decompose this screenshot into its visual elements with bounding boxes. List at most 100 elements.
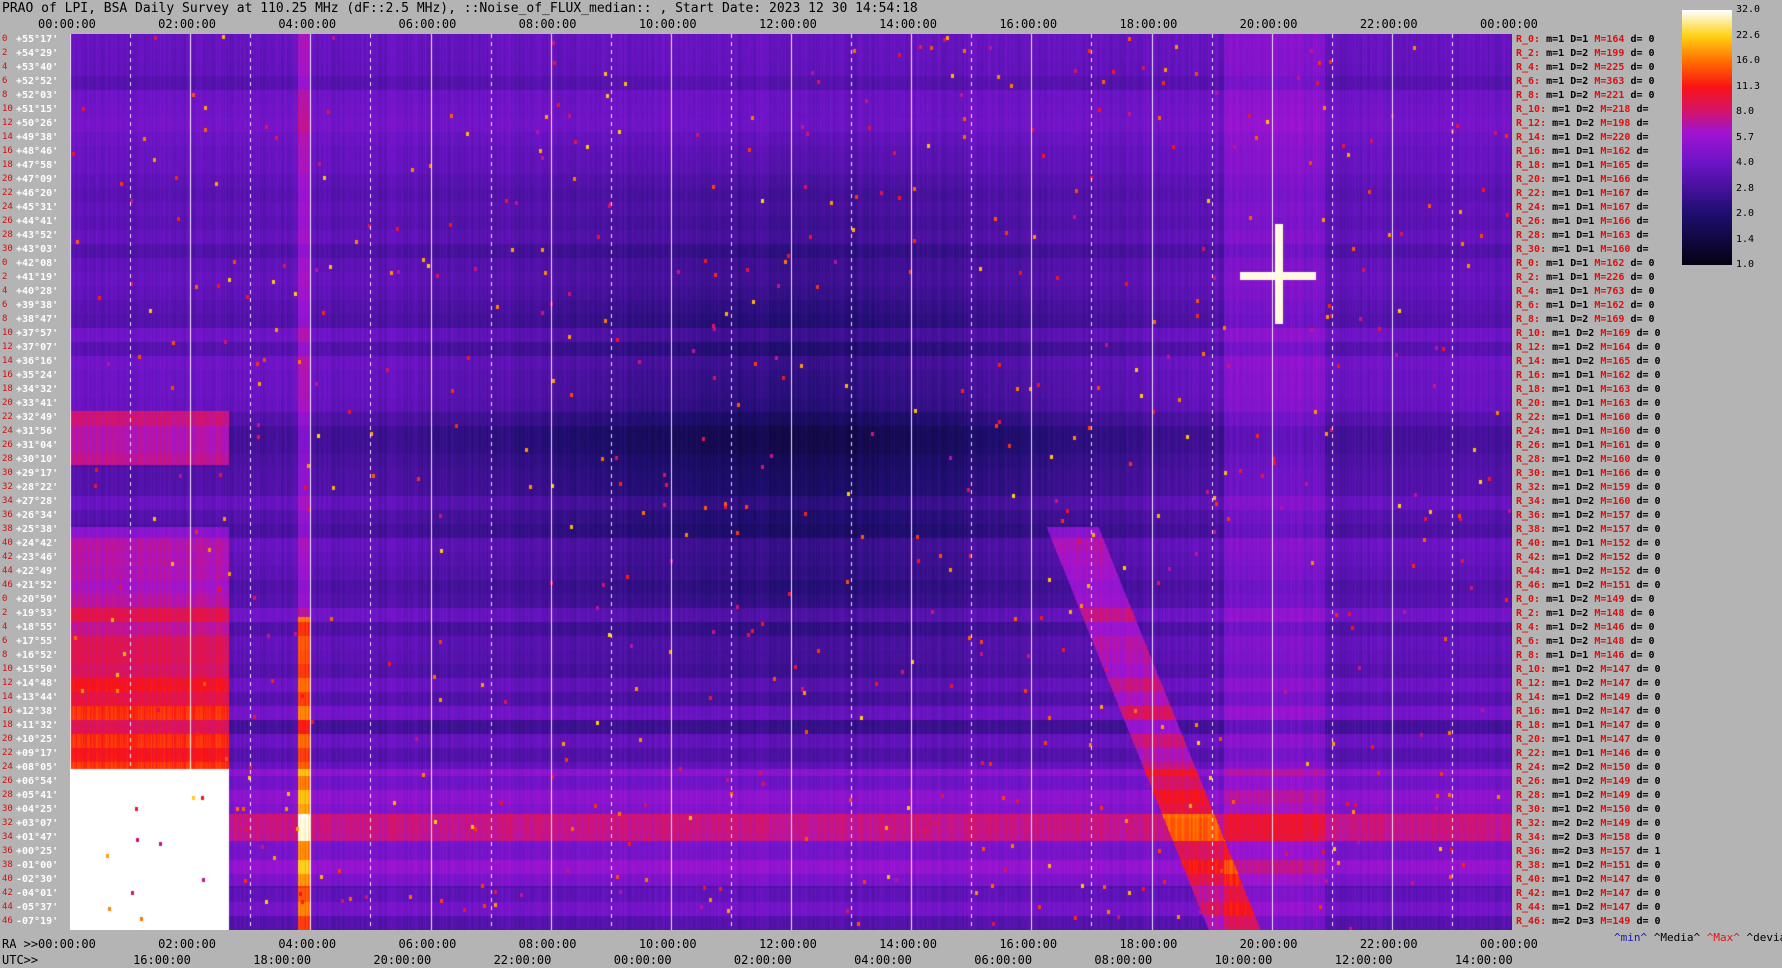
stats-r-value: R_24: (1516, 426, 1547, 437)
stats-d-value: d= 0 (1636, 762, 1661, 773)
stats-d-value: d= (1636, 202, 1649, 213)
stats-row: R_0: m=1 D=1 M=162 d= 0 (1516, 259, 1655, 269)
declination-label: +23°46' (16, 552, 59, 563)
colorbar-tick-label: 5.7 (1736, 131, 1755, 143)
stats-r-value: R_8: (1516, 90, 1541, 101)
stats-row: R_4: m=1 D=1 M=763 d= 0 (1516, 287, 1655, 297)
stats-m-value: m=1 (1552, 482, 1571, 493)
stats-row: R_24: m=1 D=1 M=167 d= (1516, 203, 1649, 213)
row-index: 28 (2, 230, 13, 240)
colorbar-tick-label: 11.3 (1736, 80, 1761, 92)
stats-row: R_18: m=1 D=1 M=163 d= 0 (1516, 385, 1661, 395)
top-tick-label: 02:00:00 (158, 17, 216, 31)
stats-m-value: m=1 (1552, 776, 1571, 787)
stats-d-value: D=2 (1576, 804, 1595, 815)
stats-d-value: d= 0 (1636, 902, 1661, 913)
stats-r-value: R_24: (1516, 762, 1547, 773)
stats-m-value: m=1 (1552, 132, 1571, 143)
declination-label: +33°41' (16, 398, 59, 409)
stats-m-value: m=1 (1546, 48, 1565, 59)
utc-tick-label: 06:00:00 (974, 953, 1033, 967)
row-index: 40 (2, 874, 13, 884)
stats-d-value: d= 0 (1636, 580, 1661, 591)
stats-m-value: m=1 (1552, 244, 1571, 255)
stats-row: R_10: m=1 D=2 M=169 d= 0 (1516, 329, 1661, 339)
stats-d-value: d= 0 (1630, 300, 1655, 311)
stats-m-value: m=1 (1552, 510, 1571, 521)
declination-label: +51°15' (16, 104, 59, 115)
row-index: 18 (2, 160, 13, 170)
stats-m-value: m=2 (1552, 846, 1571, 857)
stats-d-value: D=2 (1576, 118, 1595, 129)
stats-m-value: M=147 (1600, 664, 1631, 675)
stats-r-value: R_40: (1516, 538, 1547, 549)
stats-d-value: D=2 (1576, 496, 1595, 507)
stats-row: R_36: m=1 D=2 M=157 d= 0 (1516, 511, 1661, 521)
stats-m-value: m=1 (1552, 454, 1571, 465)
stats-m-value: M=166 (1600, 216, 1631, 227)
stats-m-value: m=1 (1546, 594, 1565, 605)
declination-label: +43°03' (16, 244, 59, 255)
stats-m-value: m=1 (1546, 622, 1565, 633)
row-index: 16 (2, 706, 13, 716)
stats-row: R_28: m=1 D=2 M=160 d= 0 (1516, 455, 1661, 465)
stats-d-value: D=2 (1576, 776, 1595, 787)
stats-d-value: d= 0 (1630, 594, 1655, 605)
stats-row: R_8: m=1 D=2 M=169 d= 0 (1516, 315, 1655, 325)
stats-r-value: R_0: (1516, 258, 1541, 269)
stats-d-value: d= 0 (1636, 566, 1661, 577)
stats-row: R_22: m=1 D=1 M=146 d= 0 (1516, 749, 1661, 759)
stats-m-value: m=1 (1552, 384, 1571, 395)
stats-m-value: m=1 (1552, 328, 1571, 339)
declination-label: +36°16' (16, 356, 59, 367)
declination-label: +48°46' (16, 146, 59, 157)
stats-d-value: D=2 (1576, 790, 1595, 801)
stats-d-value: d= 0 (1630, 272, 1655, 283)
declination-label: +18°55' (16, 622, 59, 633)
stats-d-value: D=2 (1576, 328, 1595, 339)
stats-m-value: m=1 (1546, 272, 1565, 283)
stats-m-value: M=146 (1594, 622, 1625, 633)
stats-d-value: d= 0 (1630, 650, 1655, 661)
row-index: 44 (2, 566, 13, 576)
stats-d-value: D=1 (1570, 286, 1589, 297)
stats-r-value: R_46: (1516, 580, 1547, 591)
stats-r-value: R_42: (1516, 888, 1547, 899)
heatmap-plot[interactable] (70, 34, 1512, 930)
stats-row: R_12: m=1 D=2 M=164 d= 0 (1516, 343, 1661, 353)
stats-m-value: m=1 (1552, 566, 1571, 577)
stats-m-value: M=167 (1600, 188, 1631, 199)
stats-r-value: R_6: (1516, 300, 1541, 311)
stats-d-value: d= 0 (1636, 482, 1661, 493)
stats-m-value: M=147 (1600, 888, 1631, 899)
stats-row: R_32: m=1 D=2 M=159 d= 0 (1516, 483, 1661, 493)
top-tick-label: 14:00:00 (879, 17, 937, 31)
row-index: 10 (2, 664, 13, 674)
row-index: 34 (2, 832, 13, 842)
stats-r-value: R_28: (1516, 790, 1547, 801)
row-index: 12 (2, 342, 13, 352)
stats-r-value: R_18: (1516, 720, 1547, 731)
row-index: 26 (2, 216, 13, 226)
stats-m-value: M=163 (1600, 230, 1631, 241)
stats-m-value: m=1 (1552, 370, 1571, 381)
stats-r-value: R_42: (1516, 552, 1547, 563)
row-index: 18 (2, 720, 13, 730)
declination-label: +34°32' (16, 384, 59, 395)
stats-r-value: R_44: (1516, 902, 1547, 913)
stats-m-value: m=1 (1546, 650, 1565, 661)
stats-d-value: D=1 (1570, 34, 1589, 45)
row-index: 42 (2, 552, 13, 562)
stats-r-value: R_26: (1516, 440, 1547, 451)
stats-row: R_6: m=1 D=1 M=162 d= 0 (1516, 301, 1655, 311)
row-index: 46 (2, 916, 13, 926)
stats-m-value: M=149 (1600, 790, 1631, 801)
stats-m-value: M=150 (1600, 762, 1631, 773)
declination-label: +05°41' (16, 790, 59, 801)
declination-label: +47°58' (16, 160, 59, 171)
stats-d-value: d= 0 (1636, 734, 1661, 745)
stats-d-value: d= 0 (1636, 356, 1661, 367)
stats-r-value: R_14: (1516, 356, 1547, 367)
stats-r-value: R_16: (1516, 370, 1547, 381)
stats-d-value: d= (1636, 146, 1649, 157)
